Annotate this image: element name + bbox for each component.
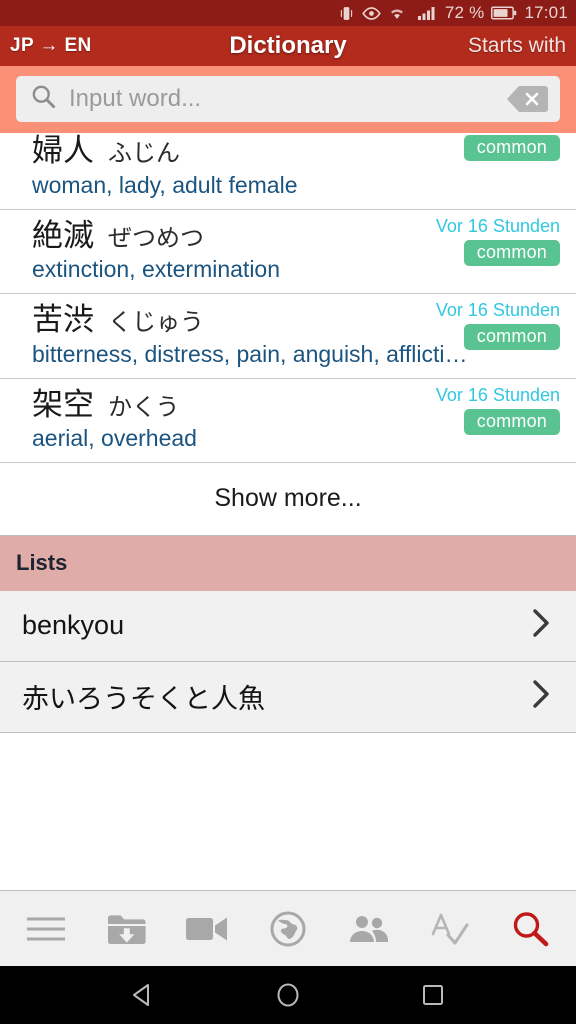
entry-meta: Vor 16 Stunden common: [436, 385, 560, 435]
show-more-button[interactable]: Show more...: [0, 463, 576, 537]
entry-kanji: 絶滅: [32, 217, 94, 253]
android-nav-bar: [0, 966, 576, 1024]
list-item[interactable]: benkyou: [0, 591, 576, 663]
table-row[interactable]: 婦人 ふじん woman, lady, adult female common: [0, 133, 576, 210]
search-box[interactable]: Input word...: [16, 76, 560, 122]
table-row[interactable]: 苦渋 くじゅう bitterness, distress, pain, angu…: [0, 294, 576, 379]
status-bar: 72 % 17:01: [0, 0, 576, 26]
eye-icon: [362, 6, 381, 21]
chevron-right-icon: [528, 677, 554, 716]
app-bar: JP → EN Dictionary Starts with: [0, 26, 576, 66]
status-badge: common: [463, 239, 560, 266]
entry-timestamp: Vor 16 Stunden: [435, 300, 560, 321]
vibrate-icon: [338, 5, 355, 22]
table-row[interactable]: 架空 かくう aerial, overhead Vor 16 Stunden c…: [0, 378, 576, 464]
people-icon[interactable]: [336, 898, 402, 960]
recents-square-icon[interactable]: [406, 973, 460, 1017]
list-item[interactable]: 赤いろうそくと人魚: [0, 662, 576, 734]
status-badge: common: [463, 135, 560, 161]
battery-icon: [491, 6, 517, 20]
entry-kanji: 苦渋: [32, 302, 94, 338]
clear-backspace-icon[interactable]: [506, 84, 548, 114]
language-pair-button[interactable]: JP → EN: [10, 35, 92, 57]
signal-icon: [417, 6, 438, 20]
chevron-right-icon: [528, 606, 554, 645]
entry-kana: ぜつめつ: [108, 224, 204, 252]
entry-gloss: woman, lady, adult female: [32, 171, 298, 198]
home-circle-icon[interactable]: [261, 973, 315, 1017]
wifi-icon: [388, 6, 406, 20]
search-band: Input word...: [0, 66, 576, 133]
list-item-label: 赤いろうそくと人魚: [22, 684, 265, 715]
app-root: 72 % 17:01 JP → EN Dictionary Starts wit…: [0, 0, 576, 1024]
spellcheck-icon[interactable]: [416, 898, 482, 960]
status-badge: common: [463, 324, 560, 351]
entry-kana: くじゅう: [108, 309, 204, 337]
bottom-toolbar: [0, 890, 576, 966]
entry-meta: common: [463, 135, 560, 161]
table-row[interactable]: 絶滅 ぜつめつ extinction, extermination Vor 16…: [0, 209, 576, 295]
entry-meta: Vor 16 Stunden common: [436, 216, 560, 266]
entry-kana: ふじん: [108, 140, 180, 167]
entry-timestamp: Vor 16 Stunden: [435, 215, 560, 236]
results-list: 婦人 ふじん woman, lady, adult female common …: [0, 133, 576, 537]
menu-hamburger-icon[interactable]: [13, 898, 79, 960]
status-badge: common: [463, 408, 560, 435]
entry-kana: かくう: [108, 393, 180, 421]
entry-kanji: 婦人: [32, 133, 94, 168]
video-camera-icon[interactable]: [174, 898, 240, 960]
globe-icon[interactable]: [255, 898, 321, 960]
entry-meta: Vor 16 Stunden common: [435, 300, 560, 351]
lists-section-header: Lists: [0, 536, 576, 592]
folder-download-icon[interactable]: [94, 898, 160, 960]
entry-timestamp: Vor 16 Stunden: [435, 384, 560, 405]
list-item-label: benkyou: [22, 610, 125, 641]
search-icon: [30, 83, 57, 115]
clock-label: 17:01: [524, 3, 568, 22]
battery-percent-label: 72 %: [444, 3, 485, 22]
search-mode-button[interactable]: Starts with: [468, 34, 566, 58]
back-triangle-icon[interactable]: [116, 973, 170, 1017]
search-input[interactable]: Input word...: [69, 85, 494, 113]
search-icon[interactable]: [497, 898, 563, 960]
entry-kanji: 架空: [32, 386, 94, 422]
